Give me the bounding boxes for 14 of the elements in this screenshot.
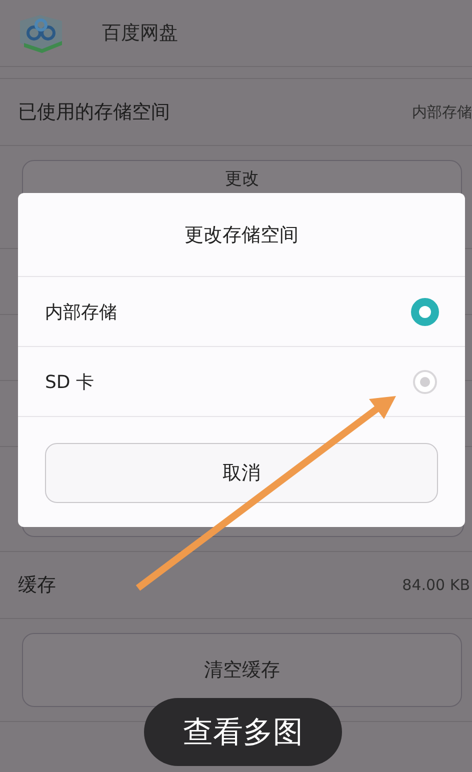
setting-label: 已使用的存储空间 (18, 100, 170, 125)
setting-value: 内部存储 (412, 102, 472, 122)
view-more-images-button[interactable]: 查看多图 (144, 698, 342, 766)
setting-value: 84.00 KB (402, 576, 470, 594)
radio-button[interactable] (411, 298, 439, 326)
setting-label: 缓存 (18, 573, 56, 598)
option-label[interactable]: 内部存储 (45, 300, 117, 324)
app-logo-icon (18, 13, 64, 53)
cancel-button[interactable]: 取消 (45, 443, 438, 503)
radio-button[interactable] (413, 370, 437, 394)
clear-cache-button[interactable]: 清空缓存 (22, 633, 462, 707)
option-label[interactable]: SD 卡 (45, 370, 94, 394)
dialog-title: 更改存储空间 (18, 193, 465, 277)
app-title: 百度网盘 (102, 21, 178, 46)
